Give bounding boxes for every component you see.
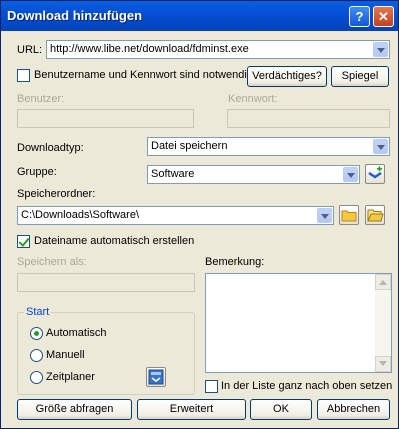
user-field[interactable] — [17, 109, 194, 128]
auto-filename-checkbox[interactable] — [17, 235, 30, 248]
url-combobox[interactable]: http://www.libe.net/download/fdminst.exe — [46, 40, 390, 59]
window-title: Download hinzufügen — [7, 8, 143, 23]
top-of-list-checkbox[interactable] — [205, 380, 218, 393]
start-manual-label[interactable]: Manuell — [46, 349, 85, 361]
query-size-button[interactable]: Größe abfragen — [17, 399, 132, 420]
group-value: Software — [151, 168, 195, 180]
scheduler-icon[interactable] — [146, 367, 166, 387]
download-type-label: Downloadtyp: — [17, 142, 84, 154]
start-automatic-label[interactable]: Automatisch — [46, 327, 107, 339]
folder-value: C:\Downloads\Software\ — [21, 209, 139, 221]
chevron-down-icon[interactable] — [317, 208, 332, 223]
download-type-select[interactable]: Datei speichern — [147, 137, 390, 156]
chevron-down-icon[interactable] — [373, 42, 388, 57]
start-groupbox — [17, 312, 195, 395]
title-bar[interactable]: Download hinzufügen ? ✕ — [1, 1, 398, 31]
group-label: Gruppe: — [17, 166, 57, 178]
top-of-list-label[interactable]: In der Liste ganz nach oben setzen — [221, 380, 392, 392]
chevron-down-icon[interactable] — [343, 167, 358, 182]
download-dialog: Download hinzufügen ? ✕ URL: http://www.… — [0, 0, 399, 429]
url-label: URL: — [17, 44, 43, 56]
auto-filename-label[interactable]: Dateiname automatisch erstellen — [34, 235, 194, 247]
start-automatic-radio[interactable] — [30, 327, 43, 340]
url-value: http://www.libe.net/download/fdminst.exe — [50, 43, 249, 55]
comment-textarea[interactable] — [205, 273, 392, 373]
comment-label: Bemerkung: — [205, 256, 265, 268]
start-scheduler-label[interactable]: Zeitplaner — [46, 371, 95, 383]
folder-combobox[interactable]: C:\Downloads\Software\ — [17, 206, 334, 225]
download-type-value: Datei speichern — [151, 140, 228, 152]
comment-scrollbar[interactable] — [375, 274, 391, 372]
scroll-down-icon[interactable] — [375, 356, 391, 372]
auth-required-label[interactable]: Benutzername und Kennwort sind notwendig — [34, 69, 253, 81]
cancel-button[interactable]: Abbrechen — [317, 399, 390, 420]
folder-browse-icon[interactable] — [365, 205, 385, 225]
suspicious-button[interactable]: Verdächtiges? — [247, 66, 327, 87]
chevron-down-icon[interactable] — [373, 139, 388, 154]
advanced-button[interactable]: Erweitert — [137, 399, 246, 420]
save-as-field[interactable] — [17, 273, 195, 292]
folder-label: Speicherordner: — [17, 188, 96, 200]
help-icon[interactable]: ? — [349, 6, 370, 27]
password-label: Kennwort: — [228, 93, 278, 105]
scroll-up-icon[interactable] — [375, 274, 391, 290]
mirror-button[interactable]: Spiegel — [331, 66, 389, 87]
auth-required-checkbox[interactable] — [17, 69, 30, 82]
start-manual-radio[interactable] — [30, 349, 43, 362]
ok-button[interactable]: OK — [250, 399, 312, 420]
start-group-title: Start — [24, 306, 52, 318]
folder-recent-icon[interactable] — [339, 205, 359, 225]
close-icon[interactable]: ✕ — [373, 6, 394, 27]
add-group-icon[interactable] — [365, 164, 385, 184]
password-field[interactable] — [227, 109, 390, 128]
save-as-label: Speichern als: — [17, 256, 87, 268]
start-scheduler-radio[interactable] — [30, 371, 43, 384]
group-select[interactable]: Software — [147, 165, 360, 184]
user-label: Benutzer: — [17, 93, 65, 105]
